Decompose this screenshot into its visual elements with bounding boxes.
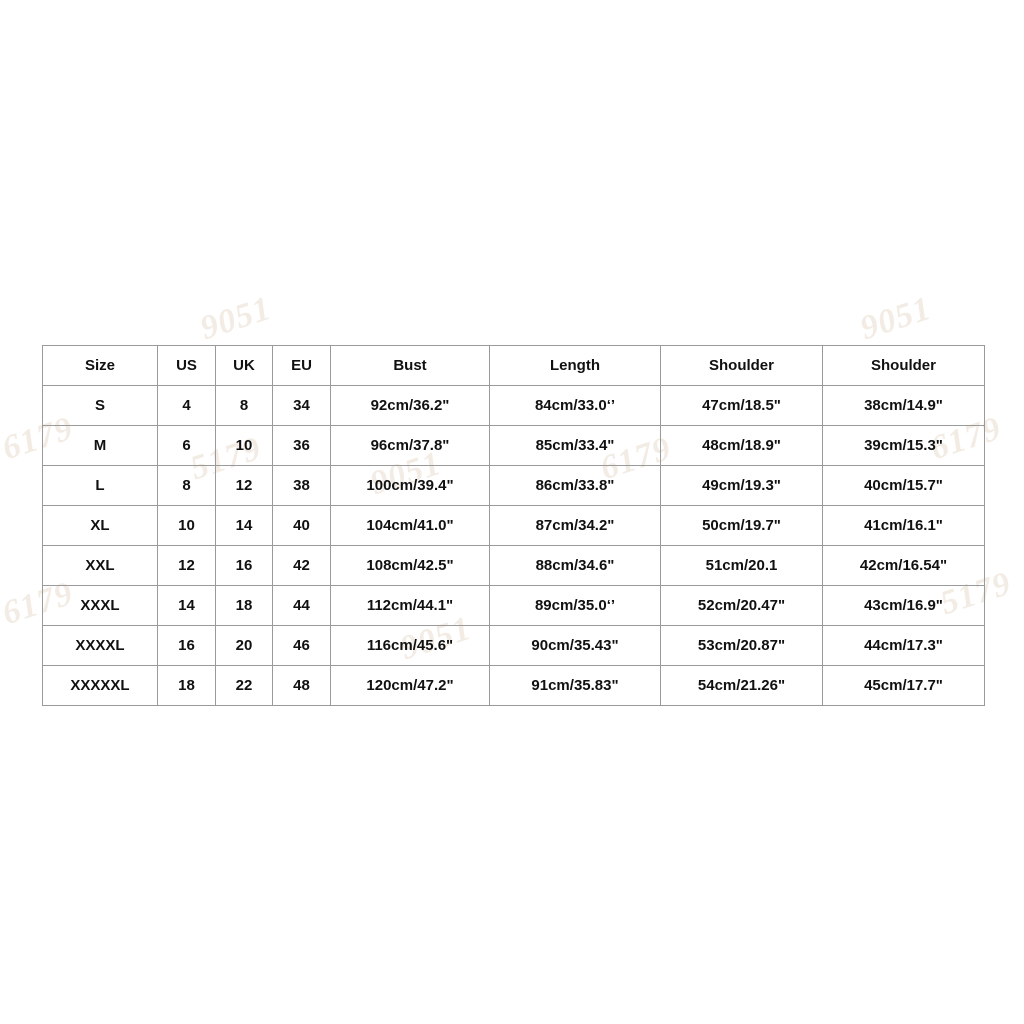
cell-uk: 22 bbox=[215, 665, 273, 706]
cell-shoulder2: 39cm/15.3" bbox=[822, 425, 985, 466]
cell-us: 10 bbox=[157, 505, 216, 546]
cell-size: XXXXXL bbox=[42, 665, 158, 706]
cell-uk: 20 bbox=[215, 625, 273, 666]
table-header: Size US UK EU Bust Length Shoulder Shoul… bbox=[42, 345, 985, 386]
cell-us: 16 bbox=[157, 625, 216, 666]
cell-uk: 8 bbox=[215, 385, 273, 426]
cell-size: XL bbox=[42, 505, 158, 546]
cell-shoulder2: 45cm/17.7" bbox=[822, 665, 985, 706]
cell-shoulder2: 40cm/15.7" bbox=[822, 465, 985, 506]
cell-size: XXL bbox=[42, 545, 158, 586]
cell-bust: 116cm/45.6" bbox=[330, 625, 490, 666]
column-header-us: US bbox=[157, 345, 216, 386]
cell-shoulder1: 48cm/18.9" bbox=[660, 425, 823, 466]
cell-length: 85cm/33.4" bbox=[489, 425, 661, 466]
cell-eu: 48 bbox=[272, 665, 331, 706]
cell-bust: 108cm/42.5" bbox=[330, 545, 490, 586]
column-header-uk: UK bbox=[215, 345, 273, 386]
cell-bust: 120cm/47.2" bbox=[330, 665, 490, 706]
cell-length: 91cm/35.83" bbox=[489, 665, 661, 706]
table-row: XXL 12 16 42 108cm/42.5" 88cm/34.6" 51cm/20.1 4… bbox=[42, 545, 985, 586]
size-chart-table: Size US UK EU Bust Length Shoulder Shoul… bbox=[42, 345, 985, 706]
cell-us: 8 bbox=[157, 465, 216, 506]
table-row: XXXXL 16 20 46 116cm/45.6" 90cm/35.43" 53cm/20… bbox=[42, 625, 985, 666]
cell-shoulder2: 41cm/16.1" bbox=[822, 505, 985, 546]
cell-shoulder1: 51cm/20.1 bbox=[660, 545, 823, 586]
table-row: L 8 12 38 100cm/39.4" 86cm/33.8" 49cm/19.3" 40c… bbox=[42, 465, 985, 506]
column-header-eu: EU bbox=[272, 345, 331, 386]
cell-bust: 112cm/44.1" bbox=[330, 585, 490, 626]
cell-uk: 12 bbox=[215, 465, 273, 506]
cell-size: XXXL bbox=[42, 585, 158, 626]
table-row: XXXL 14 18 44 112cm/44.1" 89cm/35.0‘’ 52cm/20.… bbox=[42, 585, 985, 626]
cell-shoulder2: 44cm/17.3" bbox=[822, 625, 985, 666]
cell-length: 87cm/34.2" bbox=[489, 505, 661, 546]
cell-size: L bbox=[42, 465, 158, 506]
table-row: S 4 8 34 92cm/36.2" 84cm/33.0‘’ 47cm/18.5" 38cm… bbox=[42, 385, 985, 426]
cell-eu: 34 bbox=[272, 385, 331, 426]
cell-uk: 18 bbox=[215, 585, 273, 626]
cell-shoulder1: 50cm/19.7" bbox=[660, 505, 823, 546]
cell-us: 14 bbox=[157, 585, 216, 626]
cell-length: 88cm/34.6" bbox=[489, 545, 661, 586]
cell-eu: 36 bbox=[272, 425, 331, 466]
size-chart-container: Size US UK EU Bust Length Shoulder Shoul… bbox=[42, 345, 985, 706]
column-header-shoulder1: Shoulder bbox=[660, 345, 823, 386]
cell-us: 6 bbox=[157, 425, 216, 466]
cell-bust: 104cm/41.0" bbox=[330, 505, 490, 546]
cell-size: M bbox=[42, 425, 158, 466]
cell-uk: 16 bbox=[215, 545, 273, 586]
cell-length: 90cm/35.43" bbox=[489, 625, 661, 666]
cell-eu: 42 bbox=[272, 545, 331, 586]
column-header-shoulder2: Shoulder bbox=[822, 345, 985, 386]
column-header-size: Size bbox=[42, 345, 158, 386]
cell-us: 12 bbox=[157, 545, 216, 586]
table-row: XXXXXL 18 22 48 120cm/47.2" 91cm/35.83" 54cm/2… bbox=[42, 665, 985, 706]
cell-shoulder1: 52cm/20.47" bbox=[660, 585, 823, 626]
cell-shoulder2: 38cm/14.9" bbox=[822, 385, 985, 426]
table-body: S 4 8 34 92cm/36.2" 84cm/33.0‘’ 47cm/18.5" 38cm… bbox=[42, 385, 985, 706]
watermark-text: 9051 bbox=[855, 289, 936, 348]
column-header-length: Length bbox=[489, 345, 661, 386]
cell-shoulder2: 43cm/16.9" bbox=[822, 585, 985, 626]
cell-shoulder1: 47cm/18.5" bbox=[660, 385, 823, 426]
cell-bust: 96cm/37.8" bbox=[330, 425, 490, 466]
cell-shoulder2: 42cm/16.54" bbox=[822, 545, 985, 586]
cell-eu: 40 bbox=[272, 505, 331, 546]
cell-size: S bbox=[42, 385, 158, 426]
column-header-bust: Bust bbox=[330, 345, 490, 386]
cell-shoulder1: 53cm/20.87" bbox=[660, 625, 823, 666]
cell-length: 89cm/35.0‘’ bbox=[489, 585, 661, 626]
cell-uk: 10 bbox=[215, 425, 273, 466]
cell-us: 18 bbox=[157, 665, 216, 706]
cell-shoulder1: 54cm/21.26" bbox=[660, 665, 823, 706]
cell-eu: 44 bbox=[272, 585, 331, 626]
cell-eu: 38 bbox=[272, 465, 331, 506]
cell-uk: 14 bbox=[215, 505, 273, 546]
cell-us: 4 bbox=[157, 385, 216, 426]
cell-size: XXXXL bbox=[42, 625, 158, 666]
cell-bust: 92cm/36.2" bbox=[330, 385, 490, 426]
cell-eu: 46 bbox=[272, 625, 331, 666]
cell-shoulder1: 49cm/19.3" bbox=[660, 465, 823, 506]
table-row: M 6 10 36 96cm/37.8" 85cm/33.4" 48cm/18.9" 39cm… bbox=[42, 425, 985, 466]
table-row: XL 10 14 40 104cm/41.0" 87cm/34.2" 50cm/19.7" 4… bbox=[42, 505, 985, 546]
watermark-text: 9051 bbox=[195, 289, 276, 348]
header-row: Size US UK EU Bust Length Shoulder Shoul… bbox=[42, 345, 985, 386]
cell-length: 86cm/33.8" bbox=[489, 465, 661, 506]
cell-bust: 100cm/39.4" bbox=[330, 465, 490, 506]
cell-length: 84cm/33.0‘’ bbox=[489, 385, 661, 426]
